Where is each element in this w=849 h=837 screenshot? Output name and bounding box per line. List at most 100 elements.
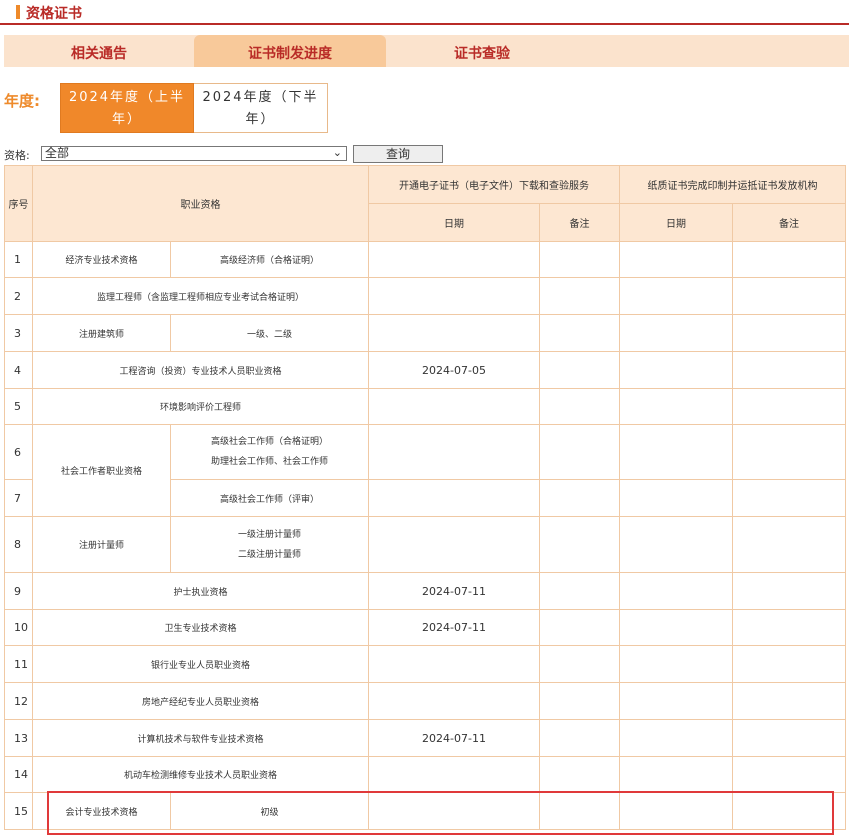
row-number: 13 xyxy=(4,719,33,757)
row-electronic-note xyxy=(539,572,620,610)
row-electronic-note xyxy=(539,719,620,757)
row-paper-date xyxy=(619,645,733,683)
row-level-line: 二级注册计量师 xyxy=(237,549,301,560)
section-title: 资格证书 xyxy=(26,6,82,22)
row-paper-note xyxy=(732,241,846,278)
table-row: 9 护士执业资格 2024-07-11 xyxy=(4,572,846,610)
row-paper-note xyxy=(732,277,846,315)
header-seq: 序号 xyxy=(4,165,33,242)
row-number: 3 xyxy=(4,314,33,352)
table-row: 3 注册建筑师 一级、二级 xyxy=(4,314,846,352)
header-paper: 纸质证书完成印制并运抵证书发放机构 xyxy=(619,165,846,204)
row-number: 6 xyxy=(4,424,33,480)
row-paper-date xyxy=(619,572,733,610)
row-category: 会计专业技术资格 xyxy=(32,792,171,830)
header-electronic-date: 日期 xyxy=(368,203,540,242)
row-paper-note xyxy=(732,424,846,480)
row-electronic-date xyxy=(368,314,540,352)
table-row: 14 机动车检测维修专业技术人员职业资格 xyxy=(4,756,846,793)
row-category: 工程咨询（投资）专业技术人员职业资格 xyxy=(32,351,369,389)
row-electronic-note xyxy=(539,277,620,315)
row-paper-date xyxy=(619,516,733,573)
row-paper-date xyxy=(619,388,733,425)
header-electronic: 开通电子证书（电子文件）下载和查验服务 xyxy=(368,165,620,204)
row-category: 护士执业资格 xyxy=(32,572,369,610)
row-electronic-note xyxy=(539,424,620,480)
row-paper-date xyxy=(619,277,733,315)
row-electronic-date xyxy=(368,756,540,793)
tab-announcements[interactable]: 相关通告 xyxy=(4,35,194,67)
row-category: 环境影响评价工程师 xyxy=(32,388,369,425)
row-electronic-date xyxy=(368,277,540,315)
row-paper-note xyxy=(732,479,846,517)
row-number: 2 xyxy=(4,277,33,315)
row-paper-note xyxy=(732,314,846,352)
row-paper-note xyxy=(732,351,846,389)
row-electronic-note xyxy=(539,388,620,425)
section-header: 资格证书 xyxy=(0,0,849,25)
tab-certificate-verify[interactable]: 证书查验 xyxy=(386,35,578,67)
row-electronic-date xyxy=(368,645,540,683)
header-paper-note: 备注 xyxy=(732,203,846,242)
table-row: 6 社会工作者职业资格 高级社会工作师（合格证明） 助理社会工作师、社会工作师 xyxy=(4,424,846,517)
row-level: 一级、二级 xyxy=(170,314,369,352)
qualification-select[interactable]: 全部 ⌄ xyxy=(41,146,347,161)
tab-bar: 相关通告 证书制发进度 证书查验 xyxy=(4,35,849,67)
qualification-filter-label: 资格: xyxy=(4,149,30,162)
row-electronic-date xyxy=(368,682,540,720)
row-paper-date xyxy=(619,314,733,352)
table-row: 11 银行业专业人员职业资格 xyxy=(4,645,846,683)
query-button[interactable]: 查询 xyxy=(353,145,443,163)
certificate-progress-table: 序号 职业资格 开通电子证书（电子文件）下载和查验服务 纸质证书完成印制并运抵证… xyxy=(4,165,846,830)
row-electronic-note xyxy=(539,792,620,830)
table-row: 10 卫生专业技术资格 2024-07-11 xyxy=(4,609,846,646)
row-category: 计算机技术与软件专业技术资格 xyxy=(32,719,369,757)
row-number: 8 xyxy=(4,516,33,573)
row-level: 高级社会工作师（评审） xyxy=(170,479,369,517)
row-paper-note xyxy=(732,792,846,830)
row-electronic-date: 2024-07-11 xyxy=(368,609,540,646)
row-category: 监理工程师（含监理工程师相应专业考试合格证明） xyxy=(32,277,369,315)
row-category: 注册计量师 xyxy=(32,516,171,573)
row-paper-note xyxy=(732,645,846,683)
row-electronic-date xyxy=(368,792,540,830)
row-electronic-note xyxy=(539,609,620,646)
tab-certificate-progress[interactable]: 证书制发进度 xyxy=(194,35,386,67)
table-row-highlighted: 15 会计专业技术资格 初级 xyxy=(4,792,846,830)
row-category: 银行业专业人员职业资格 xyxy=(32,645,369,683)
row-number: 9 xyxy=(4,572,33,610)
row-level: 初级 xyxy=(170,792,369,830)
chevron-down-icon: ⌄ xyxy=(332,146,342,159)
header-accent-bar xyxy=(16,5,20,19)
row-electronic-note xyxy=(539,516,620,573)
row-paper-note xyxy=(732,516,846,573)
row-category: 注册建筑师 xyxy=(32,314,171,352)
row-category: 卫生专业技术资格 xyxy=(32,609,369,646)
row-number: 12 xyxy=(4,682,33,720)
year-option-second-half[interactable]: 2024年度（下半年） xyxy=(194,83,328,133)
header-paper-date: 日期 xyxy=(619,203,733,242)
row-number: 7 xyxy=(4,479,33,517)
row-number: 1 xyxy=(4,241,33,278)
row-paper-date xyxy=(619,609,733,646)
row-number: 4 xyxy=(4,351,33,389)
row-electronic-note xyxy=(539,314,620,352)
row-paper-date xyxy=(619,351,733,389)
row-level: 高级经济师（合格证明） xyxy=(170,241,369,278)
row-paper-date xyxy=(619,719,733,757)
row-category: 社会工作者职业资格 xyxy=(32,424,171,517)
row-electronic-note xyxy=(539,241,620,278)
row-paper-note xyxy=(732,572,846,610)
year-option-first-half[interactable]: 2024年度（上半年） xyxy=(60,83,194,133)
row-electronic-date: 2024-07-11 xyxy=(368,572,540,610)
header-electronic-note: 备注 xyxy=(539,203,620,242)
row-paper-date xyxy=(619,682,733,720)
row-paper-note xyxy=(732,682,846,720)
row-number: 15 xyxy=(4,792,33,830)
row-category: 经济专业技术资格 xyxy=(32,241,171,278)
row-category: 房地产经纪专业人员职业资格 xyxy=(32,682,369,720)
row-number: 10 xyxy=(4,609,33,646)
row-paper-date xyxy=(619,241,733,278)
row-electronic-date xyxy=(368,479,540,517)
row-electronic-note xyxy=(539,351,620,389)
